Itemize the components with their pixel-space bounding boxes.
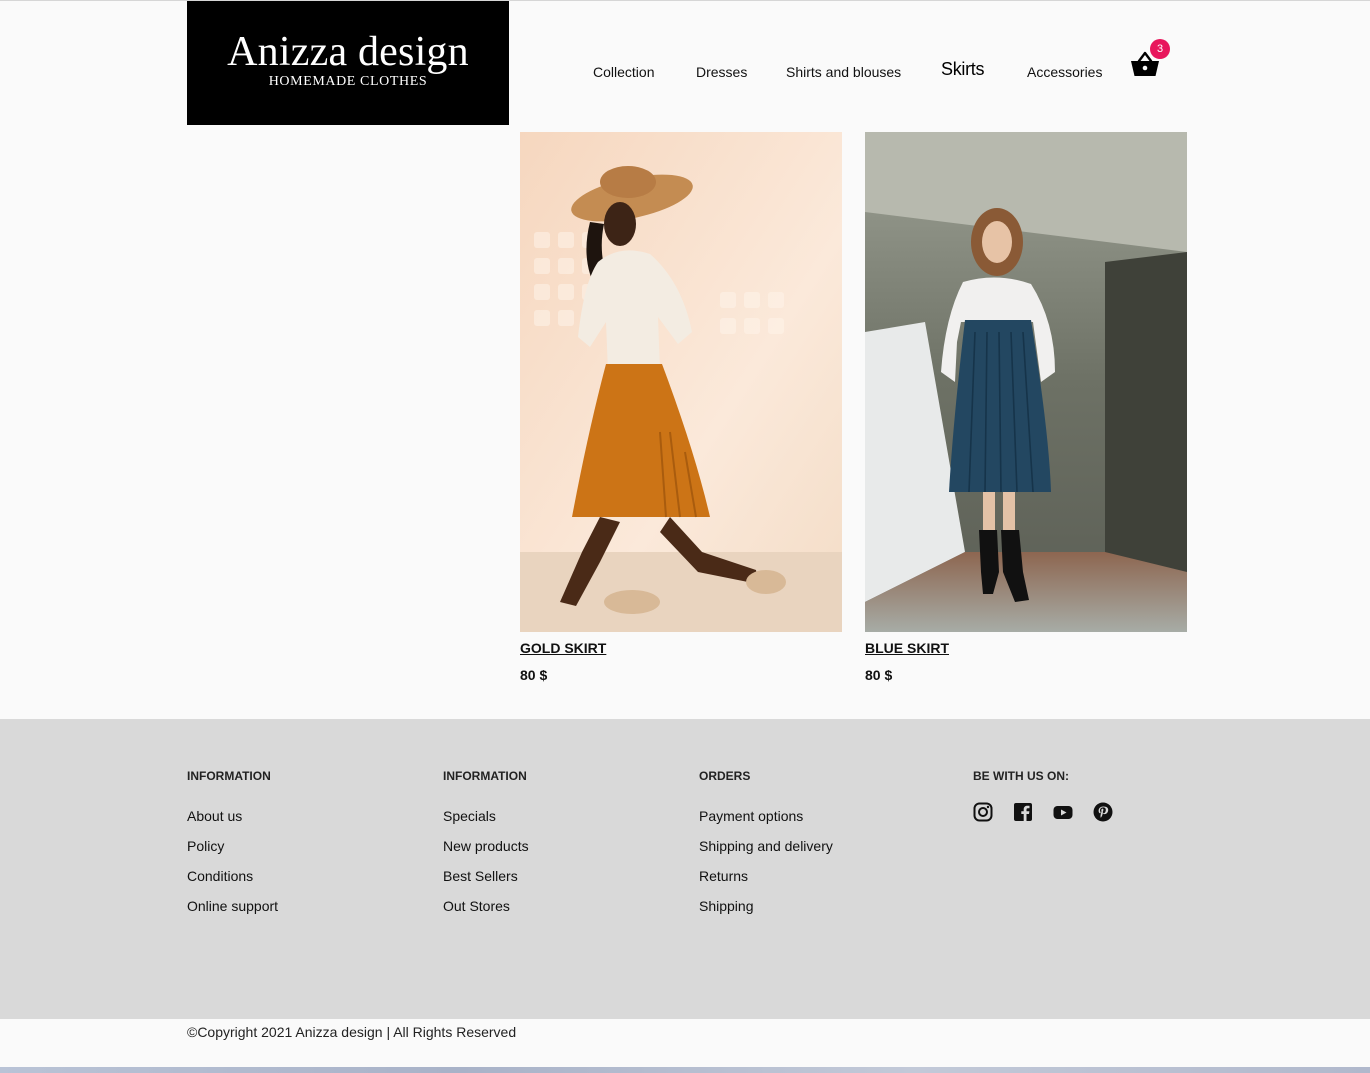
product-card[interactable]: BLUE SKIRT 80 $ [865, 132, 1187, 683]
footer-link-shipping[interactable]: Shipping [699, 898, 833, 914]
footer-link-out-stores[interactable]: Out Stores [443, 898, 529, 914]
footer-link-returns[interactable]: Returns [699, 868, 833, 884]
brand-logo[interactable]: Anizza design HOMEMADE CLOTHES [187, 1, 509, 125]
footer-column-orders: ORDERS Payment options Shipping and deli… [699, 769, 833, 928]
site-footer: INFORMATION About us Policy Conditions O… [0, 719, 1370, 1019]
footer-link-new-products[interactable]: New products [443, 838, 529, 854]
footer-link-about-us[interactable]: About us [187, 808, 278, 824]
footer-link-policy[interactable]: Policy [187, 838, 278, 854]
footer-column-information: INFORMATION About us Policy Conditions O… [187, 769, 278, 928]
product-name-link[interactable]: GOLD SKIRT [520, 640, 606, 656]
footer-link-online-support[interactable]: Online support [187, 898, 278, 914]
nav-item-shirts-and-blouses[interactable]: Shirts and blouses [786, 62, 901, 82]
youtube-icon[interactable] [1053, 802, 1073, 822]
cart-count-badge: 3 [1150, 39, 1170, 59]
social-links [973, 802, 1113, 822]
footer-link-payment-options[interactable]: Payment options [699, 808, 833, 824]
footer-heading: BE WITH US ON: [973, 769, 1069, 783]
footer-heading: ORDERS [699, 769, 751, 783]
product-image-blue-skirt[interactable] [865, 132, 1187, 632]
product-image-gold-skirt[interactable] [520, 132, 842, 632]
footer-heading: INFORMATION [443, 769, 527, 783]
pinterest-icon[interactable] [1093, 802, 1113, 822]
nav-item-dresses[interactable]: Dresses [696, 62, 747, 82]
product-price: 80 $ [865, 667, 893, 683]
bottom-edge-strip [0, 1067, 1370, 1073]
nav-item-accessories[interactable]: Accessories [1027, 62, 1102, 82]
footer-link-conditions[interactable]: Conditions [187, 868, 278, 884]
nav-item-collection[interactable]: Collection [593, 62, 654, 82]
brand-subtitle: HOMEMADE CLOTHES [268, 74, 428, 89]
product-name-link[interactable]: BLUE SKIRT [865, 640, 949, 656]
product-price: 80 $ [520, 667, 548, 683]
facebook-icon[interactable] [1013, 802, 1033, 822]
nav-item-skirts[interactable]: Skirts [941, 59, 985, 79]
instagram-icon[interactable] [973, 802, 993, 822]
footer-link-specials[interactable]: Specials [443, 808, 529, 824]
footer-column-information-2: INFORMATION Specials New products Best S… [443, 769, 529, 928]
footer-heading: INFORMATION [187, 769, 271, 783]
footer-link-best-sellers[interactable]: Best Sellers [443, 868, 529, 884]
footer-link-shipping-and-delivery[interactable]: Shipping and delivery [699, 838, 833, 854]
brand-title: Anizza design [227, 29, 469, 75]
copyright-text: ©Copyright 2021 Anizza design | All Righ… [187, 1024, 517, 1040]
product-card[interactable]: GOLD SKIRT 80 $ [520, 132, 842, 683]
